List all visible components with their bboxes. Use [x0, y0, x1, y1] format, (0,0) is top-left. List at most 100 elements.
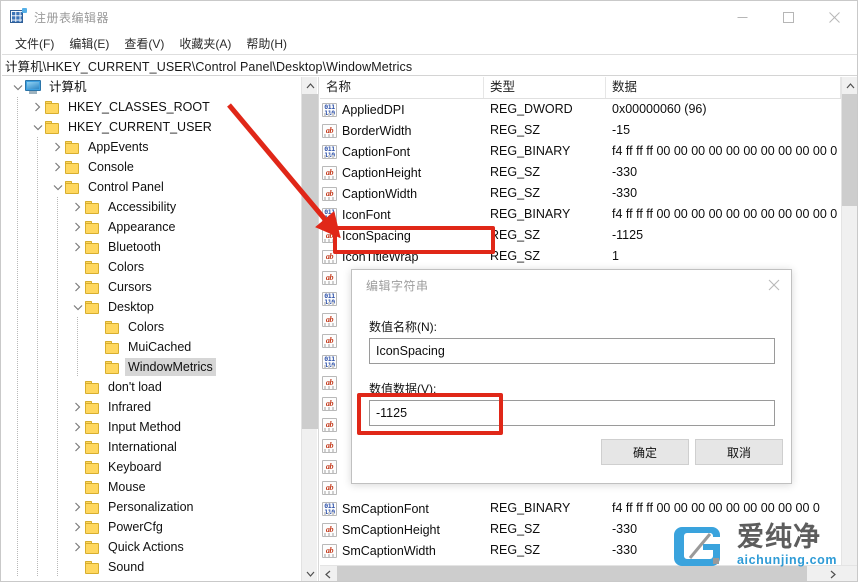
tree-scrollbar-thumb[interactable]	[302, 94, 318, 429]
tree-item-[interactable]: 计算机	[2, 77, 304, 97]
tree-item-label: Personalization	[105, 498, 196, 516]
tree-item-infrared[interactable]: Infrared	[2, 397, 304, 417]
chevron-right-icon[interactable]	[70, 277, 85, 297]
tree-guide-line	[17, 557, 18, 577]
chevron-right-icon[interactable]	[70, 397, 85, 417]
menu-item-help[interactable]: 帮助(H)	[239, 34, 295, 53]
tree-item-don-t-load[interactable]: don't load	[2, 377, 304, 397]
tree-item-powercfg[interactable]: PowerCfg	[2, 517, 304, 537]
tree-item-keyboard[interactable]: Keyboard	[2, 457, 304, 477]
value-name-cell: 011110IconFont	[322, 204, 391, 225]
tree-item-quick-actions[interactable]: Quick Actions	[2, 537, 304, 557]
chevron-right-icon[interactable]	[70, 197, 85, 217]
red-box-value-data	[357, 393, 503, 435]
tree-item-desktop[interactable]: Desktop	[2, 297, 304, 317]
tree-item-colors[interactable]: Colors	[2, 257, 304, 277]
table-row[interactable]: abCaptionHeightREG_SZ-330	[320, 162, 841, 183]
menu-item-edit[interactable]: 编辑(E)	[62, 34, 117, 53]
folder-icon	[105, 321, 120, 334]
chevron-down-icon[interactable]	[70, 297, 85, 317]
registry-path: 计算机\HKEY_CURRENT_USER\Control Panel\Desk…	[2, 56, 412, 75]
maximize-icon[interactable]	[765, 1, 811, 33]
scroll-up-icon[interactable]	[302, 77, 318, 94]
chevron-right-icon[interactable]	[70, 417, 85, 437]
menu-item-file[interactable]: 文件(F)	[8, 34, 62, 53]
tree-item-colors[interactable]: Colors	[2, 317, 304, 337]
tree-item-bluetooth[interactable]: Bluetooth	[2, 237, 304, 257]
chevron-right-icon[interactable]	[50, 137, 65, 157]
table-row[interactable]: 011110IconFontREG_BINARYf4 ff ff ff 00 0…	[320, 204, 841, 225]
table-row[interactable]: 011110CaptionFontREG_BINARYf4 ff ff ff 0…	[320, 141, 841, 162]
list-scrollbar-thumb[interactable]	[842, 94, 857, 206]
tree-item-control-panel[interactable]: Control Panel	[2, 177, 304, 197]
string-value-icon: ab	[322, 376, 337, 390]
chevron-right-icon[interactable]	[70, 237, 85, 257]
scroll-down-icon[interactable]	[302, 565, 318, 582]
value-name-text: IconFont	[342, 208, 391, 222]
table-row[interactable]: 011110AppliedDPIREG_DWORD0x00000060 (96)	[320, 99, 841, 120]
tree-item-label: Keyboard	[105, 458, 165, 476]
close-icon[interactable]	[811, 1, 857, 33]
menu-item-view[interactable]: 查看(V)	[117, 34, 172, 53]
tree-indent	[2, 457, 70, 477]
tree-guide-line	[37, 357, 38, 377]
tree-vertical-scrollbar[interactable]	[301, 77, 317, 582]
address-bar[interactable]: 计算机\HKEY_CURRENT_USER\Control Panel\Desk…	[2, 54, 857, 76]
binary-value-icon: 011110	[322, 292, 337, 306]
minimize-icon[interactable]	[719, 1, 765, 33]
title-bar: 注册表编辑器	[1, 1, 857, 33]
tree-leaf-spacer	[70, 257, 85, 277]
tree-item-appearance[interactable]: Appearance	[2, 217, 304, 237]
value-name-text: SmCaptionHeight	[342, 523, 440, 537]
column-header-type[interactable]: 类型	[484, 77, 606, 98]
chevron-right-icon[interactable]	[70, 517, 85, 537]
tree-guide-line	[17, 197, 18, 217]
value-name-text: CaptionFont	[342, 145, 410, 159]
tree-guide-line	[57, 457, 58, 477]
tree-item-input-method[interactable]: Input Method	[2, 417, 304, 437]
edit-string-dialog: 编辑字符串 数值名称(N): IconSpacing 数值数据(V): -112…	[351, 269, 792, 484]
value-name-input[interactable]: IconSpacing	[369, 338, 775, 364]
column-header-data[interactable]: 数据	[606, 77, 841, 98]
tree-leaf-spacer	[70, 457, 85, 477]
tree-item-international[interactable]: International	[2, 437, 304, 457]
chevron-down-icon[interactable]	[50, 177, 65, 197]
scroll-up-icon[interactable]	[842, 77, 857, 94]
tree-indent	[2, 237, 70, 257]
string-value-icon: ab	[322, 481, 337, 495]
chevron-right-icon[interactable]	[70, 437, 85, 457]
chevron-down-icon[interactable]	[30, 117, 45, 137]
close-icon[interactable]	[761, 274, 787, 296]
chevron-down-icon[interactable]	[10, 77, 25, 97]
column-header-name[interactable]: 名称	[320, 77, 484, 98]
string-value-icon: ab	[322, 166, 337, 180]
tree-item-appevents[interactable]: AppEvents	[2, 137, 304, 157]
tree-item-label: don't load	[105, 378, 165, 396]
tree-indent	[2, 557, 70, 577]
chevron-right-icon[interactable]	[30, 97, 45, 117]
cancel-button[interactable]: 取消	[695, 439, 783, 465]
folder-icon	[105, 341, 120, 354]
tree-item-personalization[interactable]: Personalization	[2, 497, 304, 517]
tree-item-mouse[interactable]: Mouse	[2, 477, 304, 497]
menu-item-favorites[interactable]: 收藏夹(A)	[172, 34, 239, 53]
tree-item-hkey-classes-root[interactable]: HKEY_CLASSES_ROOT	[2, 97, 304, 117]
scroll-left-icon[interactable]	[320, 566, 336, 582]
tree-item-label: PowerCfg	[105, 518, 166, 536]
chevron-right-icon[interactable]	[70, 537, 85, 557]
chevron-right-icon[interactable]	[70, 497, 85, 517]
tree-item-hkey-current-user[interactable]: HKEY_CURRENT_USER	[2, 117, 304, 137]
ok-button[interactable]: 确定	[601, 439, 689, 465]
tree-item-cursors[interactable]: Cursors	[2, 277, 304, 297]
tree-item-muicached[interactable]: MuiCached	[2, 337, 304, 357]
list-vertical-scrollbar[interactable]	[841, 77, 857, 565]
chevron-right-icon[interactable]	[70, 217, 85, 237]
tree-guide-line	[37, 337, 38, 357]
tree-item-sound[interactable]: Sound	[2, 557, 304, 577]
chevron-right-icon[interactable]	[50, 157, 65, 177]
tree-item-accessibility[interactable]: Accessibility	[2, 197, 304, 217]
tree-item-windowmetrics[interactable]: WindowMetrics	[2, 357, 304, 377]
tree-item-console[interactable]: Console	[2, 157, 304, 177]
table-row[interactable]: abCaptionWidthREG_SZ-330	[320, 183, 841, 204]
table-row[interactable]: abBorderWidthREG_SZ-15	[320, 120, 841, 141]
